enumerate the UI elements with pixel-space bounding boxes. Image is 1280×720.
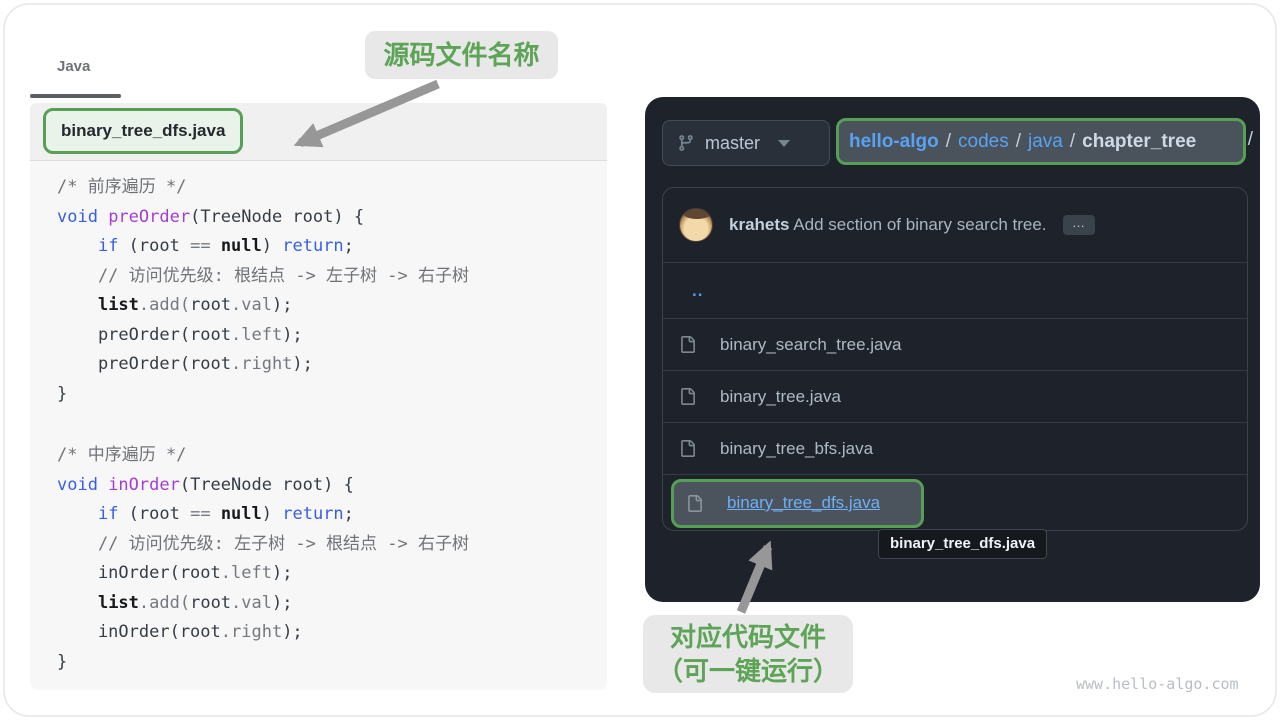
table-row-highlighted[interactable]: binary_tree_dfs.java: [663, 474, 1247, 531]
code-line: if (root == null) return;: [57, 500, 607, 530]
commit-text: krahets Add section of binary search tre…: [729, 215, 1047, 235]
source-filename-badge: binary_tree_dfs.java: [43, 108, 243, 154]
code-line: // 访问优先级: 根结点 -> 左子树 -> 右子树: [57, 262, 607, 292]
file-link[interactable]: binary_search_tree.java: [720, 335, 901, 355]
code-line: preOrder(root.left);: [57, 321, 607, 351]
code-line: /* 前序遍历 */: [57, 173, 607, 203]
code-line: list.add(root.val);: [57, 291, 607, 321]
parent-directory-row[interactable]: ..: [663, 262, 1247, 318]
code-line: // 访问优先级: 左子树 -> 根结点 -> 右子树: [57, 530, 607, 560]
code-block-header: binary_tree_dfs.java: [30, 103, 607, 161]
code-line: inOrder(root.left);: [57, 559, 607, 589]
code-line: inOrder(root.right);: [57, 618, 607, 648]
file-link[interactable]: binary_tree.java: [720, 387, 841, 407]
breadcrumb-separator: /: [1009, 131, 1028, 153]
code-viewer: /* 前序遍历 */void preOrder(TreeNode root) {…: [30, 161, 607, 690]
parent-directory-link[interactable]: ..: [679, 281, 703, 301]
branch-selector-button[interactable]: master: [662, 120, 830, 166]
code-line: /* 中序遍历 */: [57, 441, 607, 471]
annotation-label: 源码文件名称: [383, 38, 539, 72]
commit-more-button[interactable]: …: [1063, 215, 1095, 235]
breadcrumb-current-dir: chapter_tree: [1082, 131, 1196, 153]
file-table: krahets Add section of binary search tre…: [662, 187, 1248, 531]
annotation-code-file: 对应代码文件 （可一键运行）: [643, 615, 853, 693]
code-line: void inOrder(TreeNode root) {: [57, 471, 607, 501]
file-link[interactable]: binary_tree_bfs.java: [720, 439, 873, 459]
latest-commit-row: krahets Add section of binary search tre…: [663, 188, 1247, 262]
code-line: }: [57, 648, 607, 678]
code-line: if (root == null) return;: [57, 232, 607, 262]
filename-tooltip: binary_tree_dfs.java: [878, 529, 1047, 559]
breadcrumb-separator: /: [1063, 131, 1082, 153]
branch-name: master: [705, 133, 760, 154]
code-line: void preOrder(TreeNode root) {: [57, 203, 607, 233]
file-icon: [686, 495, 703, 512]
file-icon: [679, 388, 696, 405]
annotation-source-filename: 源码文件名称: [365, 31, 558, 79]
tab-java[interactable]: Java: [57, 58, 90, 75]
commit-message: Add section of binary search tree.: [793, 215, 1046, 234]
annotation-label-line2: （可一键运行）: [657, 654, 839, 688]
git-branch-icon: [677, 134, 695, 152]
breadcrumb-dir-java[interactable]: java: [1028, 131, 1063, 153]
code-line: list.add(root.val);: [57, 589, 607, 619]
annotation-label-line1: 对应代码文件: [670, 620, 826, 654]
code-block: /* 前序遍历 */void preOrder(TreeNode root) {…: [57, 173, 607, 409]
github-panel: master hello-algo / codes / java / chapt…: [645, 97, 1260, 602]
breadcrumb-dir-codes[interactable]: codes: [958, 131, 1009, 153]
highlighted-file-link[interactable]: binary_tree_dfs.java: [727, 493, 880, 513]
watermark: www.hello-algo.com: [1076, 675, 1239, 693]
avatar[interactable]: [679, 208, 713, 242]
highlighted-file-box[interactable]: binary_tree_dfs.java: [671, 479, 924, 528]
file-icon: [679, 440, 696, 457]
breadcrumb-separator: /: [939, 131, 958, 153]
table-row[interactable]: binary_tree.java: [663, 370, 1247, 422]
code-content: /* 前序遍历 */void preOrder(TreeNode root) {…: [57, 173, 607, 677]
breadcrumb: hello-algo / codes / java / chapter_tree: [836, 118, 1246, 165]
table-row[interactable]: binary_search_tree.java: [663, 318, 1247, 370]
commit-author-link[interactable]: krahets: [729, 215, 789, 234]
chevron-down-icon: [778, 140, 790, 147]
code-block: /* 中序遍历 */void inOrder(TreeNode root) { …: [57, 441, 607, 677]
breadcrumb-repo-link[interactable]: hello-algo: [849, 131, 939, 153]
tab-active-indicator: [30, 94, 121, 98]
code-line: }: [57, 380, 607, 410]
breadcrumb-trailing-separator: /: [1248, 129, 1253, 151]
code-line: preOrder(root.right);: [57, 350, 607, 380]
figure-canvas: Java binary_tree_dfs.java /* 前序遍历 */void…: [0, 0, 1280, 720]
table-row[interactable]: binary_tree_bfs.java: [663, 422, 1247, 474]
file-icon: [679, 336, 696, 353]
